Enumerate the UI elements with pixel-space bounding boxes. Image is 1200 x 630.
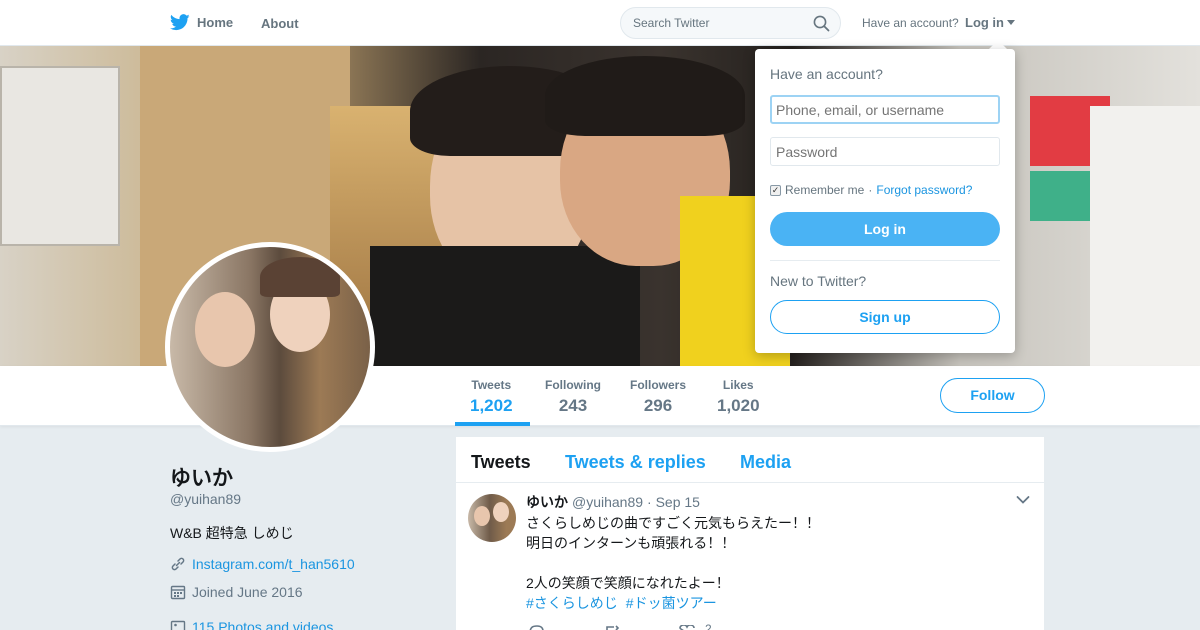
avatar-photo	[170, 247, 370, 447]
dropdown-title: Have an account?	[770, 66, 883, 82]
tab-tweets-and-replies[interactable]: Tweets & replies	[565, 452, 706, 473]
twitter-bird-icon	[170, 14, 190, 31]
profile-handle: @yuihan89	[170, 491, 242, 507]
stat-likes[interactable]: Likes 1,020	[717, 378, 760, 416]
link-icon	[171, 557, 185, 571]
signup-button[interactable]: Sign up	[770, 300, 1000, 334]
remember-me-separator: ·	[868, 183, 873, 197]
tweet-actions: 2	[528, 622, 712, 630]
banner-jacket-left-shape	[370, 246, 640, 366]
stat-tweets-value: 1,202	[470, 396, 513, 415]
stat-followers[interactable]: Followers 296	[630, 378, 686, 416]
timeline-panel: Tweets Tweets & replies Media ゆいか @yuiha…	[456, 437, 1044, 630]
banner-whiteboard-shape	[0, 66, 120, 246]
remember-me-checkbox[interactable]: ✓	[770, 184, 781, 196]
nav-home-label: Home	[197, 15, 234, 30]
stat-tweets[interactable]: Tweets 1,202	[470, 378, 513, 416]
heart-icon	[679, 625, 695, 630]
tweet-line-3	[526, 553, 820, 573]
tweet-date[interactable]: · Sep 15	[647, 494, 700, 510]
photo-icon	[170, 620, 186, 630]
dropdown-arrow	[989, 40, 1007, 49]
profile-avatar[interactable]	[165, 242, 375, 452]
like-count: 2	[705, 622, 712, 630]
search-input[interactable]: Search Twitter	[633, 16, 709, 30]
remember-me-label[interactable]: Remember me	[785, 183, 864, 197]
stat-following-value: 243	[558, 396, 588, 415]
profile-joined-date: Joined June 2016	[192, 584, 303, 600]
calendar-icon	[170, 585, 186, 600]
profile-media-link[interactable]: 115 Photos and videos	[192, 619, 333, 630]
profile-media-row: 115 Photos and videos	[170, 619, 333, 630]
login-dropdown-toggle[interactable]: Log in	[965, 15, 1015, 30]
chevron-down-icon[interactable]	[1016, 495, 1030, 505]
tweet-avatar[interactable]	[468, 494, 516, 542]
follow-button[interactable]: Follow	[940, 378, 1045, 413]
tweet-header: ゆいか @yuihan89 · Sep 15	[526, 492, 700, 512]
have-account-text: Have an account?	[862, 16, 959, 30]
stat-likes-value: 1,020	[717, 396, 760, 415]
tweet-author-handle[interactable]: @yuihan89	[572, 494, 643, 510]
tweet-line-4: 2人の笑顔で笑顔になれたよー！	[526, 575, 730, 591]
forgot-password-link[interactable]: Forgot password?	[876, 183, 972, 197]
tab-media[interactable]: Media	[740, 452, 791, 473]
reply-icon[interactable]	[528, 625, 545, 630]
like-action[interactable]: 2	[679, 622, 712, 630]
username-field[interactable]	[770, 95, 1000, 124]
top-navigation-bar: Home About Search Twitter Have an accoun…	[0, 0, 1200, 46]
timeline-tabs: Tweets Tweets & replies Media	[456, 437, 1044, 483]
profile-bio: W&B 超特急 しめじ	[170, 525, 294, 541]
password-field[interactable]	[770, 137, 1000, 166]
caret-down-icon	[1007, 20, 1015, 25]
login-button[interactable]: Log in	[770, 212, 1000, 246]
tweet-line-2: 明日のインターンも頑張れる！！	[526, 535, 736, 551]
banner-hair-right-shape	[545, 56, 745, 136]
tweet-text: さくらしめじの曲ですごく元気もらえたー！！ 明日のインターンも頑張れる！！ 2人…	[526, 513, 820, 613]
stat-followers-label: Followers	[630, 378, 687, 392]
login-toggle-label: Log in	[965, 15, 1004, 30]
remember-me-row: ✓ Remember me · Forgot password?	[770, 183, 972, 197]
stat-likes-label: Likes	[722, 378, 754, 392]
avatar-face-left-shape	[195, 292, 255, 367]
stat-following[interactable]: Following 243	[545, 378, 601, 416]
tweet-hashtags: #さくらしめじ #ドッ菌ツアー	[526, 593, 820, 613]
hashtag-link[interactable]: #ドッ菌ツアー	[626, 593, 717, 613]
tweet-author-name[interactable]: ゆいか	[526, 492, 568, 512]
avatar-hair-shape	[260, 257, 340, 297]
stat-following-label: Following	[545, 378, 601, 392]
profile-website-row: Instagram.com/t_han5610	[170, 556, 355, 572]
profile-joined-row: Joined June 2016	[170, 584, 303, 600]
tweet-line-1: さくらしめじの曲ですごく元気もらえたー！！	[526, 515, 820, 531]
tweet-avatar-face-left-shape	[474, 506, 490, 526]
nav-about-link[interactable]: About	[261, 16, 299, 31]
profile-name: ゆいか	[170, 467, 233, 490]
stat-followers-value: 296	[643, 396, 673, 415]
new-to-twitter-text: New to Twitter?	[770, 273, 867, 289]
search-box[interactable]: Search Twitter	[620, 7, 841, 39]
hashtag-link[interactable]: #さくらしめじ	[526, 593, 618, 613]
dropdown-divider	[770, 260, 1000, 261]
stat-tweets-label: Tweets	[471, 378, 512, 392]
tweet-avatar-face-right-shape	[493, 502, 509, 522]
login-dropdown: Have an account? ✓ Remember me · Forgot …	[755, 49, 1015, 353]
tab-tweets[interactable]: Tweets	[471, 452, 531, 473]
retweet-icon[interactable]	[603, 625, 621, 630]
nav-home-link[interactable]: Home	[170, 14, 233, 31]
profile-website-link[interactable]: Instagram.com/t_han5610	[192, 556, 355, 572]
active-stat-underline	[455, 422, 530, 426]
search-icon[interactable]	[813, 15, 830, 32]
banner-white-drawers-shape	[1090, 106, 1200, 366]
